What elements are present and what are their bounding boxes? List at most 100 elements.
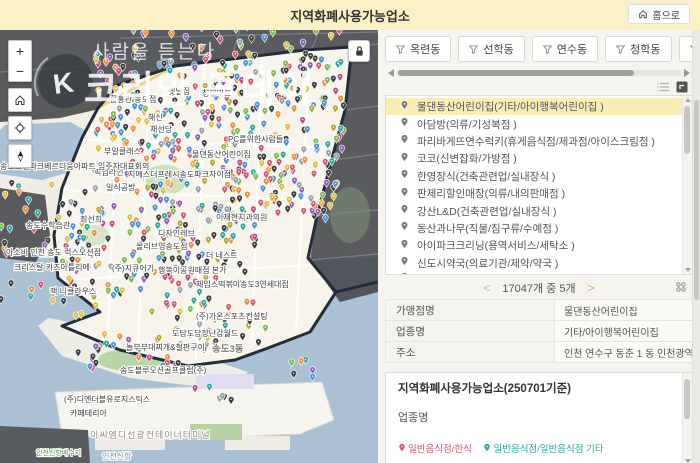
store-name: 코코(신변잡화/가방점 )	[417, 151, 517, 166]
filter-icon	[543, 45, 552, 54]
map[interactable]: 활홍관 송도점옛날집청부마트해신채선당PC를위한사람들물댄동산어린이집지에스더프…	[0, 30, 378, 463]
map-label: (주)가온스포츠컨설팅	[196, 311, 268, 321]
map-label: 송도수학습관	[26, 220, 71, 230]
district-tab[interactable]: 연수동	[532, 36, 598, 62]
legend-title: 지역화폐사용가능업소(250701기준)	[398, 380, 678, 396]
scrollbar-thumb[interactable]	[398, 70, 634, 76]
store-list-item[interactable]: 파리바게뜨연수럭키(휴게음식점/제과점/아이스크림점 )	[386, 133, 683, 150]
legend-subtitle: 업종명	[398, 409, 678, 425]
grid-view-button[interactable]	[675, 281, 687, 296]
local-currency-store-map-app: { "header": { "title": "지역화폐사용가능업소", "ho…	[0, 0, 700, 463]
zoom-out-button[interactable]: −	[9, 61, 31, 81]
store-name: 고운내과의원(의료기관/제약/일반 치과 한의원 )	[417, 272, 622, 275]
detail-value: 물댄동산어린이집	[555, 300, 692, 320]
scroll-down-arrow[interactable]	[685, 268, 691, 272]
map-lock-button[interactable]	[348, 40, 370, 62]
list-scrollbar[interactable]	[682, 96, 692, 274]
home-button[interactable]: 홈으로	[628, 4, 690, 24]
detail-row: 업종명 기타/아이행복어린이집	[385, 321, 693, 342]
map-label: 놀부부대찌개&철판구이	[126, 342, 205, 352]
store-pin-icon	[400, 256, 409, 270]
page-scrollbar-thumb[interactable]	[694, 100, 699, 300]
store-list-item[interactable]: 한영장식(건축관련업/실내장식 )	[386, 168, 683, 185]
map-label: 디자인레브	[158, 228, 195, 238]
map-label: 채선당	[150, 124, 173, 134]
zoom-control: + −	[8, 40, 32, 82]
store-list-item[interactable]: 판제리할인매장(의류/내의판매점 )	[386, 185, 683, 202]
store-pin-icon	[400, 221, 409, 235]
district-tab[interactable]: 옥련동	[385, 36, 451, 62]
store-list-item[interactable]: 신도시약국(의료기관/제약/약국 )	[386, 255, 683, 272]
map-label: 일식공방	[106, 182, 136, 192]
store-list-item[interactable]: 고운내과의원(의료기관/제약/일반 치과 한의원 )	[386, 272, 683, 275]
store-name: 물댄동산어린이집(기타/아이행복어린이집 )	[417, 99, 604, 114]
store-list-item[interactable]: 코코(신변잡화/가방점 )	[386, 150, 683, 167]
map-label: PC를위한사람들	[228, 135, 283, 144]
district-tab-label: 청학동	[630, 41, 660, 57]
home-icon	[638, 9, 648, 19]
compass-button[interactable]	[8, 144, 32, 168]
tabs-scrollbar	[388, 69, 690, 77]
store-pin-icon	[400, 152, 409, 166]
next-page-button[interactable]: >	[588, 281, 595, 295]
map-canvas[interactable]: 활홍관 송도점옛날집청부마트해신채선당PC를위한사람들물댄동산어린이집지에스더프…	[0, 30, 378, 463]
store-pin-icon	[400, 204, 409, 218]
map-label: 송도3동	[212, 343, 244, 355]
page-scrollbar[interactable]	[692, 30, 700, 463]
scroll-up-arrow[interactable]	[685, 98, 691, 102]
prev-page-button[interactable]: <	[483, 281, 490, 295]
map-label: 올리브영송도점	[136, 241, 188, 251]
map-label: 최선희	[80, 214, 102, 224]
detail-row: 가맹점명 물댄동산어린이집	[385, 300, 693, 321]
legend-item-label: 일반음식점/한식	[408, 444, 472, 455]
detail-label: 가맹점명	[386, 300, 555, 320]
legend-pin-icon	[398, 443, 406, 453]
scroll-down-arrow[interactable]	[685, 459, 691, 463]
store-pin-icon	[400, 134, 409, 148]
store-pin-icon	[400, 169, 409, 183]
detail-value: 인천 연수구 동춘 1 동 인천광역시 연수구 청능대로 38	[555, 342, 692, 362]
svg-text:K: K	[51, 67, 75, 101]
legend-item: 일반음식점/일반음식점 기타	[483, 444, 603, 455]
map-label: 행복이공원매점 본가	[158, 265, 227, 275]
district-tab[interactable]: 선학동	[458, 36, 524, 62]
district-tab-label: 연수동	[557, 41, 587, 57]
filter-icon	[396, 45, 405, 54]
zoom-in-button[interactable]: +	[9, 41, 31, 61]
district-tab[interactable]: 청학동	[605, 36, 671, 62]
list-view-button[interactable]	[657, 82, 670, 92]
target-icon	[14, 122, 26, 134]
compass-icon	[15, 150, 26, 162]
pagination-label: 17047개 중 5개	[502, 280, 575, 296]
district-tabs: 옥련동 선학동 연수동 청학동	[378, 30, 700, 66]
map-label: 부일클래스	[104, 147, 141, 156]
detail-label: 업종명	[386, 321, 555, 341]
scroll-left-arrow[interactable]	[388, 69, 394, 77]
store-pin-icon	[400, 100, 409, 114]
layout-toggle-button[interactable]	[676, 81, 688, 93]
legend-scrollbar-thumb[interactable]	[684, 379, 690, 419]
store-name: 아담방(의류/기성복점 )	[417, 117, 517, 132]
scroll-right-arrow[interactable]	[684, 69, 690, 77]
store-pin-icon	[400, 117, 409, 131]
list-scrollbar-thumb[interactable]	[684, 106, 690, 154]
store-name: 판제리할인매장(의류/내의판매점 )	[417, 186, 565, 201]
store-details: 가맹점명 물댄동산어린이집 업종명 기타/아이행복어린이집 주소 인천 연수구 …	[385, 299, 693, 363]
legend-pin-icon	[483, 443, 491, 453]
store-list-item[interactable]: 아이파크크리닝(용역서비스/세탁소 )	[386, 237, 683, 254]
legend-scrollbar[interactable]	[682, 373, 692, 463]
map-label: 도담도담장난감월드	[172, 328, 238, 338]
store-list-item[interactable]: 동산과나무(직물/침구류/수예점 )	[386, 220, 683, 237]
map-home-button[interactable]	[8, 88, 32, 112]
store-list-item[interactable]: 아담방(의류/기성복점 )	[386, 115, 683, 132]
current-location-button[interactable]	[8, 116, 32, 140]
map-label: 잭 니클라우스	[50, 286, 96, 296]
map-label: 카페테리아	[70, 408, 107, 418]
watermark-line1: 사람을 듣는다	[92, 41, 216, 63]
store-list-item[interactable]: 물댄동산어린이집(기타/아이행복어린이집 )	[386, 98, 683, 115]
dot-grid-icon	[675, 281, 687, 293]
map-label: 인천신항	[102, 451, 132, 461]
store-list-item[interactable]: 강산L&D(건축관련업/실내장식 )	[386, 202, 683, 219]
map-label: (주)지큐어기	[112, 263, 154, 273]
lock-icon	[354, 45, 365, 57]
